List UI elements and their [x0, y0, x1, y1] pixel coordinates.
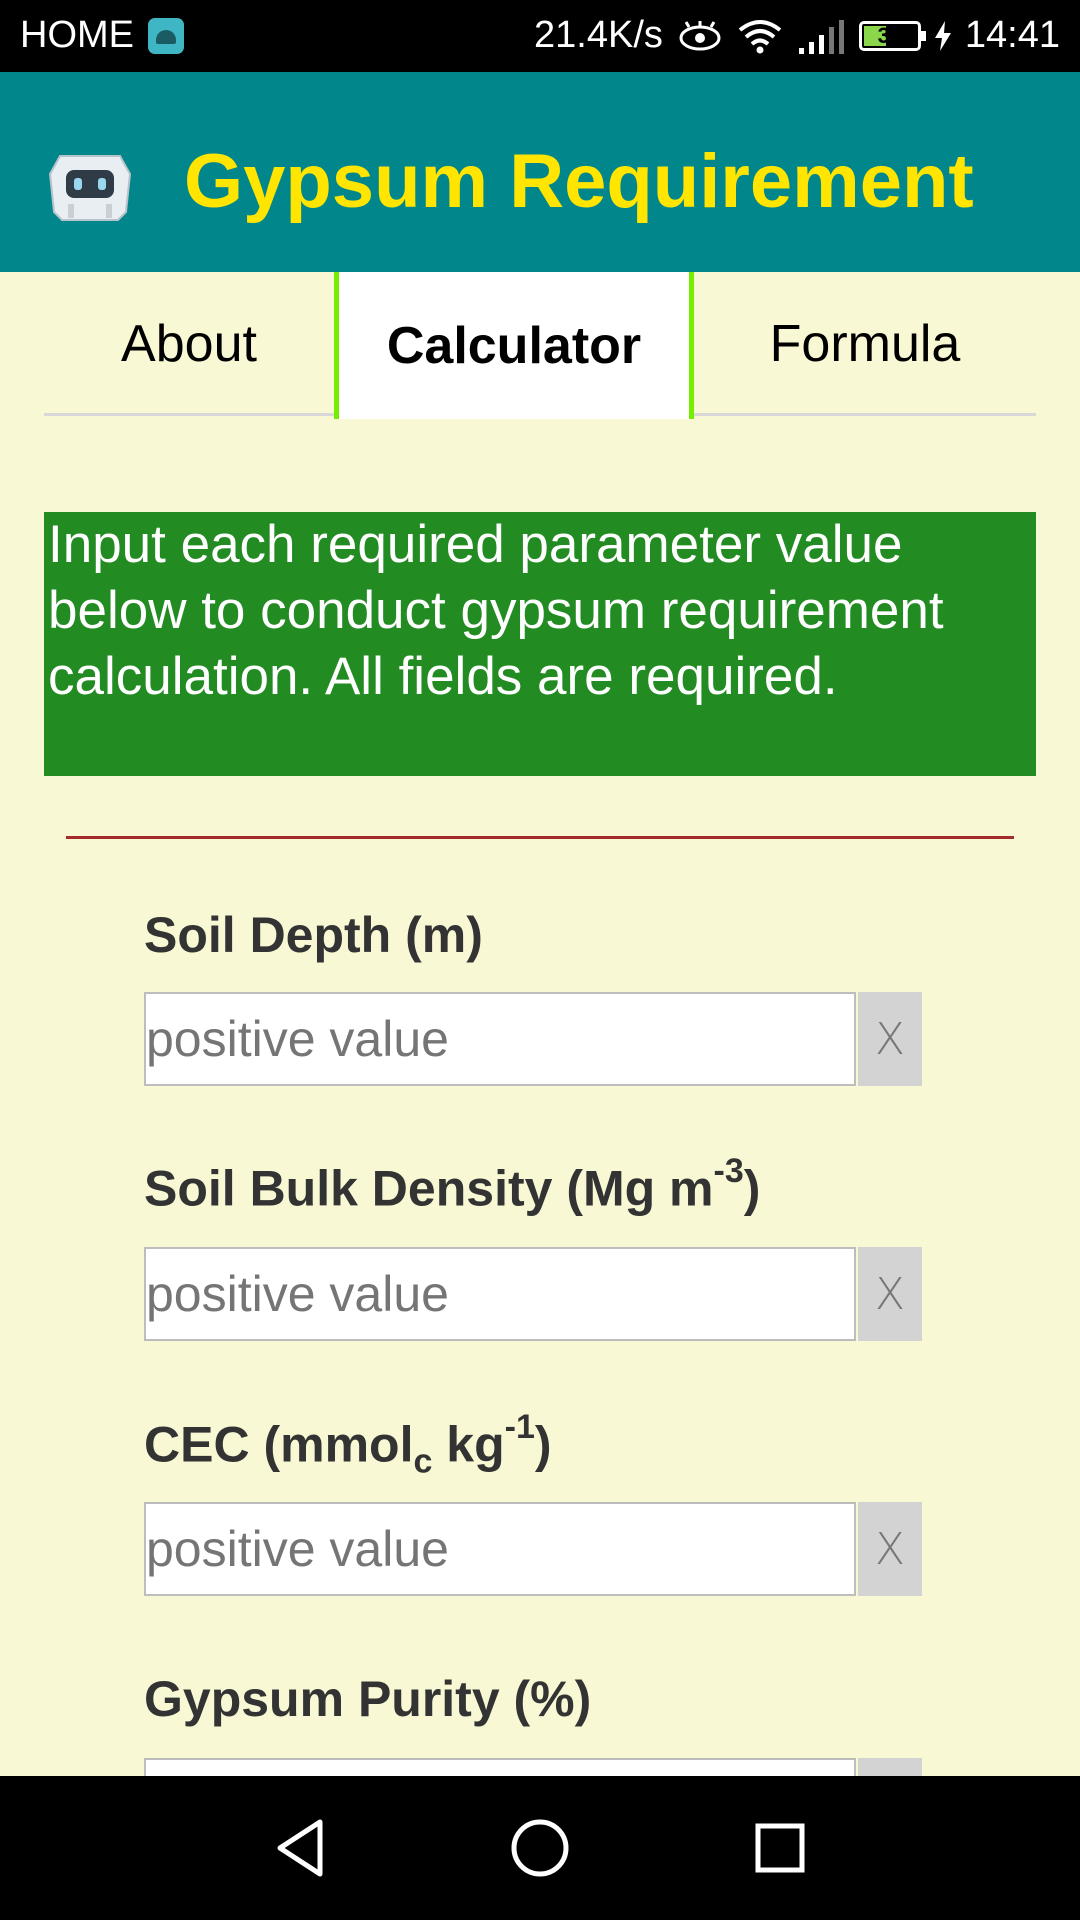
eye-comfort-icon	[679, 20, 721, 50]
signal-icon	[798, 19, 844, 54]
app-title: Gypsum Requirement	[184, 139, 974, 224]
clock: 14:41	[964, 14, 1060, 56]
soil-depth-clear-button[interactable]: X	[858, 992, 922, 1086]
cec-input[interactable]	[144, 1502, 856, 1596]
cec-label-exponent: -1	[504, 1408, 535, 1446]
tab-about[interactable]: About	[44, 272, 334, 416]
soil-depth-input[interactable]	[144, 992, 856, 1086]
instructions-banner: Input each required parameter value belo…	[44, 512, 1036, 776]
cec-label: CEC (mmolc kg-1)	[144, 1408, 552, 1482]
app-bar: Gypsum Requirement	[0, 72, 1080, 272]
bulk-density-input[interactable]	[144, 1247, 856, 1341]
cec-label-text: CEC (mmol	[144, 1416, 414, 1473]
battery-icon: 34	[858, 20, 926, 51]
android-notification-icon	[148, 17, 184, 54]
network-speed: 21.4K/s	[534, 14, 663, 56]
back-icon[interactable]	[258, 1806, 342, 1890]
cec-label-subscript: c	[413, 1442, 433, 1481]
cec-clear-button[interactable]: X	[858, 1502, 922, 1596]
carrier-label: HOME	[20, 14, 134, 56]
tab-bar: About Calculator Formula	[44, 272, 1036, 419]
wifi-icon	[738, 19, 782, 53]
soil-depth-label-text: Soil Depth (m)	[144, 907, 483, 963]
recent-apps-icon[interactable]	[738, 1806, 822, 1890]
bulk-density-clear-button[interactable]: X	[858, 1247, 922, 1341]
bulk-density-label-exponent: -3	[713, 1152, 744, 1190]
battery-level: 34	[877, 22, 903, 48]
cec-label-unit: kg	[432, 1416, 505, 1473]
gypsum-purity-label-text: Gypsum Purity (%)	[144, 1671, 592, 1727]
cec-label-end: )	[534, 1416, 552, 1473]
bulk-density-label-text: Soil Bulk Density (Mg m	[144, 1160, 714, 1217]
status-bar: HOME 21.4K/s 34 14:41	[0, 0, 1080, 72]
status-left: HOME	[20, 14, 184, 57]
status-right: 21.4K/s 34 14:41	[534, 14, 1060, 57]
system-nav-bar	[0, 1776, 1080, 1920]
tab-formula[interactable]: Formula	[694, 272, 1036, 416]
gypsum-purity-label: Gypsum Purity (%)	[144, 1670, 591, 1728]
divider	[66, 836, 1014, 839]
app-logo-icon	[48, 155, 132, 221]
soil-depth-label: Soil Depth (m)	[144, 906, 483, 964]
tab-calculator[interactable]: Calculator	[334, 272, 694, 419]
home-icon[interactable]	[498, 1806, 582, 1890]
charging-icon	[934, 20, 951, 51]
bulk-density-label: Soil Bulk Density (Mg m-3)	[144, 1152, 761, 1218]
bulk-density-label-end: )	[743, 1160, 761, 1217]
